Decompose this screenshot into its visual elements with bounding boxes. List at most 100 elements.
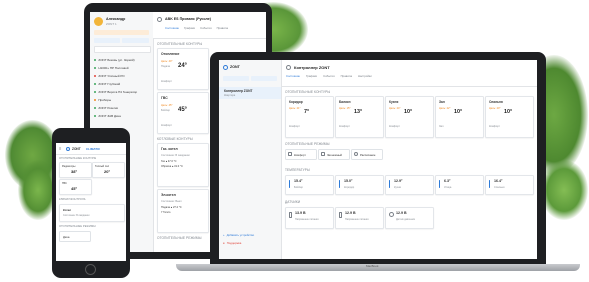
- battery-icon: [339, 212, 342, 218]
- menu-icon[interactable]: ≡: [59, 146, 61, 151]
- temp-card[interactable]: 15.0° Коридор: [335, 175, 384, 195]
- gear-icon[interactable]: [157, 17, 162, 22]
- online-dot-icon: [94, 106, 97, 110]
- mode-label: Расписание: [360, 152, 376, 157]
- tablet-user-sub: ZONT 1: [106, 22, 117, 26]
- sidebar-item[interactable]: ZONT Ворота П4 Генератор: [90, 88, 153, 96]
- online-dot-icon: [94, 90, 97, 94]
- room-mode: Зал: [439, 125, 444, 128]
- sensor-value: 12.9 В: [396, 211, 407, 215]
- gauge-icon: [389, 212, 394, 217]
- sidebar-item[interactable]: ZONT Уличный РО: [90, 72, 153, 80]
- sidebar-item[interactable]: ZONT Боковь (ул. Зоркий): [90, 56, 153, 64]
- laptop-add-button[interactable]: [223, 76, 249, 81]
- mode-comfort-button[interactable]: Комфорт: [285, 149, 317, 160]
- support-link[interactable]: ● Поддержка: [223, 241, 241, 245]
- temp-label: Кухня: [394, 186, 401, 189]
- laptop-refresh-button[interactable]: [251, 76, 277, 81]
- sidebar-device-sub: Квартира: [224, 94, 236, 97]
- sidebar-item[interactable]: ZONT Глубокий: [90, 80, 153, 88]
- phone-row[interactable]: Радиаторы 38°: [59, 162, 92, 178]
- room-card[interactable]: Зал Цель: 22° 10° Зал: [435, 96, 484, 138]
- temp-card[interactable]: 6.3° Улица: [435, 175, 484, 195]
- card-state: Состояние: Выкл: [161, 200, 182, 203]
- room-name: Зал: [439, 100, 445, 104]
- online-dot-icon: [94, 114, 97, 118]
- room-card[interactable]: Кухня Цель: 24° 10° Комфорт: [385, 96, 434, 138]
- laptop-sidebar-device[interactable]: Контроллер ZONT Квартира: [219, 87, 281, 99]
- laptop-screen: ZONT Контроллер ZONT Квартира + Добавить …: [219, 60, 537, 259]
- sensor-card[interactable]: 12.9 В Датчик давления: [385, 207, 434, 229]
- tab-rules[interactable]: Правила: [341, 74, 352, 78]
- add-device-link[interactable]: + Добавить устройство: [223, 233, 254, 237]
- temp-card[interactable]: 12.9° Кухня: [385, 175, 434, 195]
- sidebar-item[interactable]: ZONT ЗАВ Дача: [90, 112, 153, 120]
- thermometer-icon: [289, 180, 291, 188]
- tablet-eco-card[interactable]: Эл.котел Состояние: Выкл Подача ● 27.4 °…: [157, 189, 209, 233]
- card-title: ГВС: [161, 96, 168, 100]
- card-target: Цель: 40°: [161, 60, 173, 63]
- temp-value: 6.3°: [444, 179, 451, 183]
- tab-events[interactable]: События: [323, 74, 335, 78]
- laptop-device-title: Контроллер ZONT: [294, 65, 330, 70]
- mode-label: Экономный: [327, 152, 342, 157]
- laptop-base-label: MacBook: [366, 264, 379, 268]
- row-value: 38°: [71, 169, 78, 174]
- phone-section-climat: КЛИМАТ/КОНТРОЛЬ: [59, 198, 86, 201]
- tab-state[interactable]: Состояние: [286, 74, 300, 78]
- phone-home-button[interactable]: [85, 264, 96, 275]
- phone-tab: CLIMATIC: [86, 146, 101, 151]
- sensor-card[interactable]: 12.9 В Напряжение питания: [335, 207, 384, 229]
- room-name: Спальня: [489, 100, 503, 104]
- tablet-user-avatar[interactable]: [94, 17, 103, 26]
- room-target: Цель: 24°: [389, 107, 401, 110]
- sensor-card[interactable]: 13.9 В Напряжение питания: [285, 207, 334, 229]
- temp-value: 15.4°: [294, 179, 303, 183]
- room-value: 10°: [504, 109, 513, 115]
- phone-boiler-card[interactable]: Котел Состояние: В ожидании: [59, 204, 125, 222]
- sidebar-item[interactable]: Приборы: [90, 96, 153, 104]
- card-current-label: Бойлер: [161, 109, 170, 112]
- tablet-gvs-card[interactable]: ГВС Цель: 45° Бойлер 45° Комфорт: [157, 92, 209, 134]
- room-mode: Комфорт: [289, 125, 300, 128]
- room-card[interactable]: Балкон Цель: 15° 13° Комфорт: [335, 96, 384, 138]
- tablet-refresh-button[interactable]: [122, 38, 149, 43]
- tab-rules[interactable]: Правила: [217, 26, 228, 30]
- sidebar-item[interactable]: H1000+ ПР Пословой: [90, 64, 153, 72]
- tab-events[interactable]: События: [200, 26, 212, 30]
- alert-dot-icon: [94, 74, 97, 78]
- phone-gvs-card[interactable]: ГВС 45°: [59, 179, 92, 195]
- tab-charts[interactable]: Графики: [306, 74, 317, 78]
- boiler-state: Состояние: В ожидании: [63, 214, 90, 217]
- card-title: Газ. котел: [161, 147, 178, 151]
- laptop-section-temps: ТЕМПЕРАТУРЫ: [285, 168, 310, 172]
- mode-eco-button[interactable]: Экономный: [318, 149, 350, 160]
- tab-settings[interactable]: Настройки: [358, 74, 372, 78]
- tablet-boiler-card[interactable]: Газ. котел Состояние: В ожидании Газ ● 4…: [157, 143, 209, 187]
- mode-label: Дача: [63, 234, 70, 239]
- gear-icon[interactable]: [286, 65, 291, 70]
- room-value: 13°: [354, 109, 363, 115]
- tab-state[interactable]: Состояние: [165, 26, 179, 30]
- laptop-section-modes: ОТОПИТЕЛЬНЫЕ РЕЖИМЫ: [285, 142, 330, 146]
- mode-schedule-button[interactable]: Расписание: [351, 149, 383, 160]
- tablet-heating-card[interactable]: Отопление Цель: 40° Подача 24° Комфорт: [157, 48, 209, 90]
- temp-card[interactable]: 16.4° Спальня: [485, 175, 534, 195]
- temp-card[interactable]: 15.4° Бойлер: [285, 175, 334, 195]
- plant-right-leaves-2: [540, 160, 588, 220]
- tablet-section-contours: ОТОПИТЕЛЬНЫЕ КОНТУРЫ: [157, 42, 203, 46]
- phone-mode-button[interactable]: Дача: [59, 231, 91, 242]
- room-card[interactable]: Коридор Цель: 21° 7° Комфорт: [285, 96, 334, 138]
- warn-dot-icon: [94, 98, 97, 102]
- room-card[interactable]: Спальня Цель: 20° 10° Комфорт: [485, 96, 534, 138]
- phone-section-modes: ОТОПИТЕЛЬНЫЕ РЕЖИМЫ: [59, 225, 96, 228]
- tablet-add-button[interactable]: [94, 38, 120, 43]
- tab-charts[interactable]: Графики: [184, 26, 195, 30]
- phone-row[interactable]: Теплый пол 20°: [92, 162, 125, 178]
- thermometer-icon: [389, 180, 391, 188]
- sidebar-item[interactable]: ZONT Розетки: [90, 104, 153, 112]
- card-state: Состояние: В ожидании: [161, 154, 190, 157]
- thermometer-icon: [489, 180, 491, 188]
- tablet-filter-button[interactable]: [94, 46, 151, 53]
- room-target: Цель: 21°: [289, 107, 301, 110]
